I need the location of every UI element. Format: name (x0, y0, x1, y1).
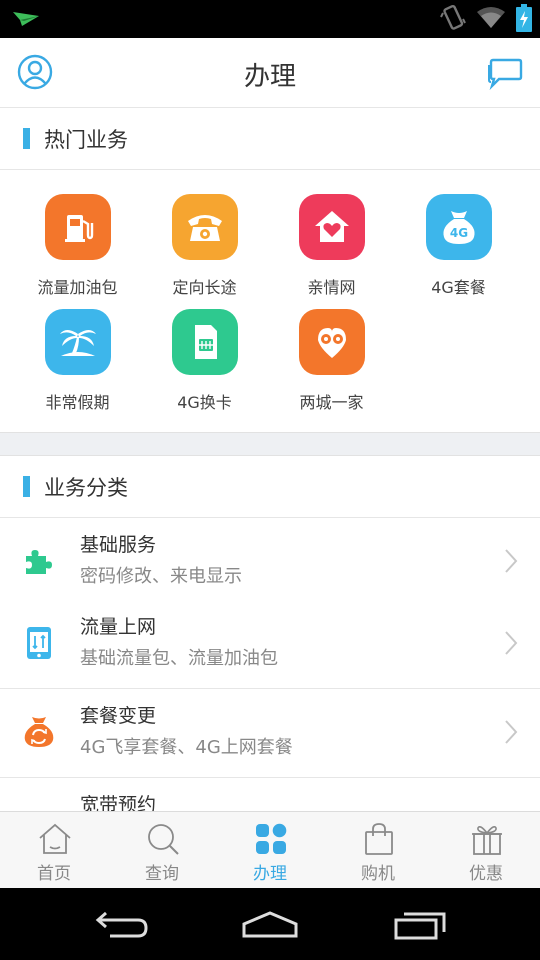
battery-icon (516, 4, 532, 32)
recent-apps-icon[interactable] (390, 908, 450, 942)
hot-item-4g-sim-swap[interactable]: 4G换卡 (141, 285, 268, 412)
message-icon[interactable] (487, 56, 523, 90)
category-subtitle: 密码修改、来电显示 (80, 566, 242, 587)
heart-house-icon (299, 194, 365, 260)
chevron-right-icon (505, 720, 518, 744)
fuel-pump-icon (45, 194, 111, 260)
home-nav-icon[interactable] (240, 908, 300, 942)
chevron-right-icon (505, 631, 518, 655)
category-title: 基础服务 (80, 534, 157, 556)
hot-item-two-cities[interactable]: 两城一家 (268, 285, 395, 412)
top-header: 办理 (0, 38, 540, 108)
vibrate-icon (440, 4, 466, 30)
category-title: 流量上网 (80, 616, 157, 638)
search-icon (148, 824, 179, 855)
section-divider (0, 432, 540, 456)
palm-island-icon (45, 309, 111, 375)
tab-query[interactable]: 查询 (108, 812, 216, 888)
shopping-bag-icon (365, 823, 393, 855)
categories-header: 业务分类 (0, 456, 540, 518)
tab-label: 办理 (253, 864, 287, 884)
tab-label: 购机 (361, 864, 395, 884)
chevron-right-icon (505, 549, 518, 573)
money-bag-swap-icon (24, 717, 54, 747)
tab-label: 查询 (145, 864, 179, 884)
hot-item-family-network[interactable]: 亲情网 (268, 170, 395, 297)
category-subtitle: 基础流量包、流量加油包 (80, 648, 278, 669)
hot-services-header: 热门业务 (0, 108, 540, 170)
tab-label: 首页 (37, 864, 71, 884)
page-title: 办理 (243, 62, 296, 92)
tab-buy-phone[interactable]: 购机 (324, 812, 432, 888)
app-screen: 办理 热门业务 流量加油包 定向长途 亲情网 4G 4G套餐 非常假期 4G换卡… (0, 38, 540, 888)
hot-item-label: 两城一家 (299, 393, 364, 412)
tab-handle[interactable]: 办理 (216, 812, 324, 888)
hot-item-holiday[interactable]: 非常假期 (14, 285, 141, 412)
wifi-icon (477, 7, 505, 28)
back-icon[interactable] (90, 908, 150, 942)
category-row-basic-services[interactable]: 基础服务 密码修改、来电显示 (0, 518, 540, 607)
hot-item-data-addon[interactable]: 流量加油包 (14, 170, 141, 297)
phone-traffic-icon (27, 627, 51, 659)
hot-item-long-distance[interactable]: 定向长途 (141, 170, 268, 297)
category-row-data-internet[interactable]: 流量上网 基础流量包、流量加油包 (0, 600, 540, 689)
section-title: 热门业务 (44, 128, 128, 152)
hot-item-label: 非常假期 (45, 393, 110, 412)
notification-icon (13, 12, 39, 26)
status-bar (0, 0, 540, 38)
gift-icon (472, 826, 502, 855)
section-accent-bar (23, 476, 30, 497)
section-title: 业务分类 (44, 476, 128, 500)
category-title: 套餐变更 (80, 705, 157, 727)
system-nav-bar (0, 888, 540, 960)
4g-text: 4G (450, 226, 468, 240)
grid-icon (256, 823, 287, 854)
hot-item-4g-plan[interactable]: 4G 4G套餐 (395, 170, 522, 297)
hot-item-label: 4G换卡 (177, 393, 232, 412)
money-bag-4g-icon: 4G (426, 194, 492, 260)
tab-home[interactable]: 首页 (0, 812, 108, 888)
category-row-plan-change[interactable]: 套餐变更 4G飞享套餐、4G上网套餐 (0, 689, 540, 778)
location-pin-icon (299, 309, 365, 375)
puzzle-icon (26, 550, 52, 574)
hot-services-grid: 流量加油包 定向长途 亲情网 4G 4G套餐 非常假期 4G换卡 两城一家 (0, 170, 540, 432)
telephone-icon (172, 194, 238, 260)
section-accent-bar (23, 128, 30, 149)
tab-offers[interactable]: 优惠 (432, 812, 540, 888)
sim-card-icon (172, 309, 238, 375)
tab-label: 优惠 (469, 864, 503, 884)
hot-item-label: 4G套餐 (431, 278, 486, 297)
home-icon (39, 823, 71, 854)
category-subtitle: 4G飞享套餐、4G上网套餐 (80, 737, 293, 758)
bottom-tab-bar: 首页 查询 办理 购机 优惠 (0, 811, 540, 888)
